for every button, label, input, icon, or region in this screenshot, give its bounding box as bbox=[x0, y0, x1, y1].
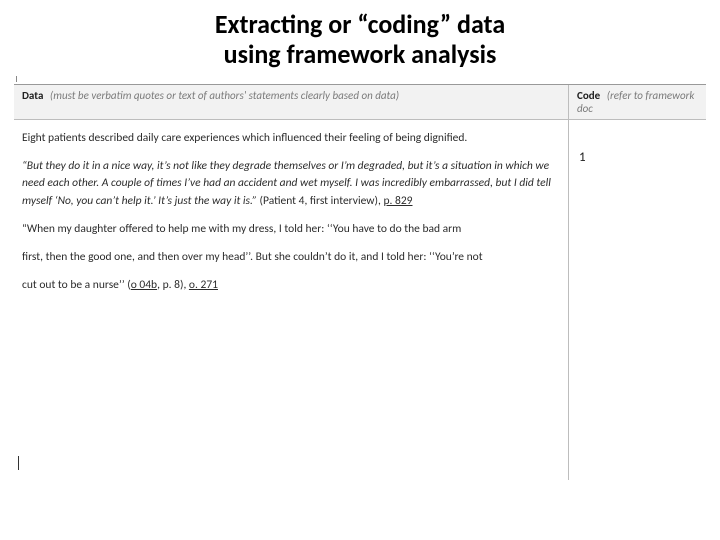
quote-1-attrib: (Patient 4, first interview), bbox=[257, 194, 384, 208]
quote-2-tail-c: , p. 8), bbox=[157, 278, 189, 292]
quote-2-tail-a: cut out to be a nurse’’ ( bbox=[22, 278, 131, 292]
slide-title: Extracting or “coding” data using framew… bbox=[0, 0, 720, 76]
data-cell: Eight patients described daily care expe… bbox=[14, 120, 569, 480]
quote-2-tail: cut out to be a nurse’’ (o 04b, p. 8), o… bbox=[22, 277, 558, 295]
code-cell: 1 bbox=[569, 120, 706, 480]
header-data-desc: (must be verbatim quotes or text of auth… bbox=[50, 89, 399, 102]
decorative-rule bbox=[18, 456, 20, 470]
quote-2-ref1: o 04b bbox=[131, 278, 157, 292]
title-line-2: using framework analysis bbox=[40, 40, 680, 70]
table-body-row: Eight patients described daily care expe… bbox=[14, 120, 706, 480]
quote-2-open: “When my daughter offered to help me wit… bbox=[22, 221, 558, 239]
quote-2-ref2: o. 271 bbox=[189, 278, 218, 292]
code-value: 1 bbox=[579, 150, 586, 165]
summary-paragraph: Eight patients described daily care expe… bbox=[22, 130, 558, 148]
header-data-column: Data (must be verbatim quotes or text of… bbox=[14, 85, 569, 119]
quote-2-mid: first, then the good one, and then over … bbox=[22, 249, 558, 267]
header-code-label: Code bbox=[577, 89, 600, 102]
coding-table: Data (must be verbatim quotes or text of… bbox=[14, 84, 706, 480]
header-data-label: Data bbox=[22, 89, 43, 102]
title-line-1: Extracting or “coding” data bbox=[40, 10, 680, 40]
slide: Extracting or “coding” data using framew… bbox=[0, 0, 720, 540]
quote-1: “But they do it in a nice way, it’s not … bbox=[22, 158, 558, 211]
decorative-mark bbox=[16, 76, 19, 82]
quote-1-page: p. 829 bbox=[383, 194, 412, 208]
header-code-column: Code (refer to framework doc bbox=[569, 85, 706, 119]
table-header-row: Data (must be verbatim quotes or text of… bbox=[14, 85, 706, 120]
